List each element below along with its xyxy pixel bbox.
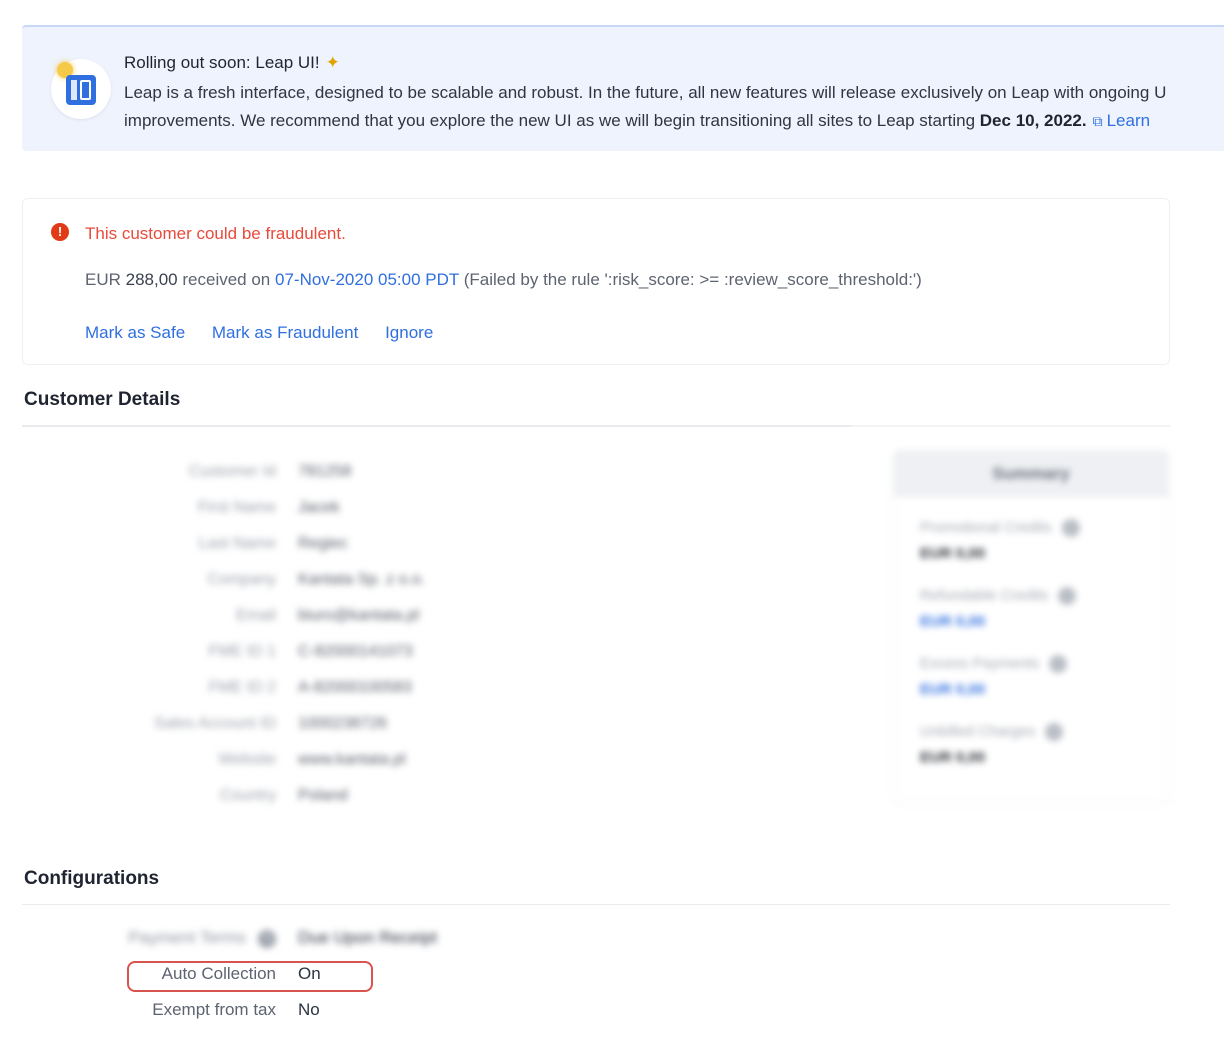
alert-received-on: received on xyxy=(182,270,271,289)
detail-label: Website xyxy=(218,751,276,768)
summary-value: EUR 0,00 xyxy=(920,545,986,563)
summary-label: Unbilled Charges xyxy=(920,723,1036,740)
fraud-alert-card: ! This customer could be fraudulent. EUR… xyxy=(22,198,1170,365)
help-icon[interactable] xyxy=(1061,519,1080,538)
configurations-divider xyxy=(22,904,1170,905)
detail-value: Poland xyxy=(298,787,348,804)
mark-as-fraudulent-link[interactable]: Mark as Fraudulent xyxy=(212,323,358,342)
detail-row-email: Email biuro@kantata.pl xyxy=(0,607,600,631)
banner-title: Rolling out soon: Leap UI! ✦ xyxy=(124,53,340,73)
summary-label: Excess Payments xyxy=(920,655,1040,672)
detail-label: Country xyxy=(219,787,276,804)
mark-as-safe-link[interactable]: Mark as Safe xyxy=(85,323,185,342)
detail-label: Customer Id xyxy=(188,463,276,480)
customer-details-heading: Customer Details xyxy=(24,389,181,410)
detail-row-first-name: First Name Jacek xyxy=(0,499,600,523)
detail-label: FME ID 1 xyxy=(208,643,276,660)
alert-icon: ! xyxy=(51,223,69,241)
detail-value: Jacek xyxy=(298,499,340,516)
help-icon[interactable]: ? xyxy=(258,930,276,948)
banner-text: Leap is a fresh interface, designed to b… xyxy=(124,79,1224,135)
detail-value: 781258 xyxy=(298,463,352,480)
detail-label: Sales Account ID xyxy=(154,715,276,732)
detail-label: First Name xyxy=(197,499,276,516)
alert-rule-text: (Failed by the rule ':risk_score: >= :re… xyxy=(463,270,922,289)
leap-ui-icon xyxy=(51,59,111,119)
help-icon[interactable] xyxy=(1049,655,1068,674)
summary-label: Promotional Credits xyxy=(920,519,1052,536)
party-popper-icon: ✦ xyxy=(325,53,340,72)
detail-row-country: Country Poland xyxy=(0,787,600,811)
payment-terms-value: Due Upon Receipt xyxy=(298,928,437,947)
detail-value: biuro@kantata.pl xyxy=(298,607,420,624)
fraud-alert-title: This customer could be fraudulent. xyxy=(85,224,346,243)
summary-label: Refundable Credits xyxy=(920,587,1049,604)
detail-row-fme-id-2: FME ID 2 A-82000100583 xyxy=(0,679,600,703)
summary-value[interactable]: EUR 0,00 xyxy=(920,681,1067,698)
detail-row-website: Website www.kantata.pl xyxy=(0,751,600,775)
detail-value: A-82000100583 xyxy=(298,679,412,696)
exempt-from-tax-label: Exempt from tax xyxy=(152,1000,276,1019)
detail-value: Kantata Sp. z o.o. xyxy=(298,571,426,588)
leap-ui-banner: Rolling out soon: Leap UI! ✦ Leap is a fr… xyxy=(22,25,1224,151)
auto-collection-value: On xyxy=(298,964,321,983)
summary-item-unbilled-charges: Unbilled Charges EUR 0,00 xyxy=(920,723,1064,767)
customer-details-divider xyxy=(22,425,852,427)
detail-row-last-name: Last Name Regiec xyxy=(0,535,600,559)
payment-terms-label: Payment Terms? xyxy=(128,928,276,948)
alert-datetime-link[interactable]: 07-Nov-2020 05:00 PDT xyxy=(275,270,459,289)
help-icon[interactable] xyxy=(1058,587,1077,606)
alert-currency: EUR xyxy=(85,270,121,289)
banner-text-line2: improvements. We recommend that you expl… xyxy=(124,107,1224,135)
detail-row-company: Company Kantata Sp. z o.o. xyxy=(0,571,600,595)
summary-value[interactable]: EUR 0,00 xyxy=(920,613,1076,630)
summary-item-excess-payments: Excess Payments EUR 0,00 xyxy=(920,655,1068,698)
detail-row-sales-account-id: Sales Account ID 1000238726 xyxy=(0,715,600,739)
banner-text-line1: Leap is a fresh interface, designed to b… xyxy=(124,83,1167,102)
banner-title-text: Rolling out soon: Leap UI! xyxy=(124,53,320,72)
detail-value: 1000238726 xyxy=(298,715,387,732)
detail-label: FME ID 2 xyxy=(208,679,276,696)
configurations-heading: Configurations xyxy=(24,868,160,889)
detail-label: Company xyxy=(207,571,276,588)
summary-item-promotional-credits: Promotional Credits EUR 0,00 xyxy=(920,519,1080,562)
external-link-icon[interactable]: ⧉ xyxy=(1093,113,1103,129)
ignore-link[interactable]: Ignore xyxy=(385,323,433,342)
fraud-alert-actions: Mark as Safe Mark as Fraudulent Ignore xyxy=(85,323,455,343)
banner-rollout-date: Dec 10, 2022. xyxy=(979,111,1087,130)
fraud-alert-details: EUR 288,00 received on 07-Nov-2020 05:00… xyxy=(85,270,922,290)
summary-item-refundable-credits: Refundable Credits EUR 0,00 xyxy=(920,587,1077,630)
summary-heading: Summary xyxy=(894,451,1168,497)
detail-value: C-82000141073 xyxy=(298,643,413,660)
detail-label: Last Name xyxy=(198,535,276,552)
detail-row-customer-id: Customer Id 781258 xyxy=(0,463,600,487)
banner-text-line2-prefix: improvements. We recommend that you expl… xyxy=(124,111,976,130)
help-icon[interactable] xyxy=(1045,723,1064,742)
detail-row-fme-id-1: FME ID 1 C-82000141073 xyxy=(0,643,600,667)
detail-value: www.kantata.pl xyxy=(298,751,406,768)
summary-card: Summary Promotional Credits EUR 0,00 Ref… xyxy=(893,450,1169,804)
auto-collection-label: Auto Collection xyxy=(161,964,276,983)
customer-details-divider-right xyxy=(852,425,1170,427)
exempt-from-tax-value: No xyxy=(298,1000,320,1019)
detail-value: Regiec xyxy=(298,535,348,552)
alert-amount: 288,00 xyxy=(125,270,178,289)
detail-label: Email xyxy=(235,607,276,624)
learn-more-link[interactable]: Learn xyxy=(1107,111,1150,130)
summary-value: EUR 0,00 xyxy=(920,749,986,767)
